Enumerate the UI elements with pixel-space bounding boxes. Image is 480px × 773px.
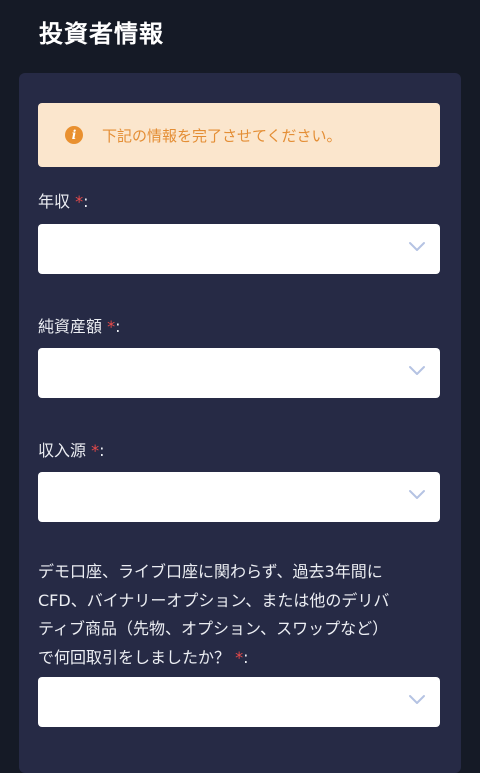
income-source-select[interactable] [38, 472, 440, 522]
trading-frequency-label-line: CFD、バイナリーオプション、または他のデリバ [38, 590, 390, 610]
net-assets-label: 純資産額 *: [38, 317, 121, 336]
annual-income-label: 年収 *: [38, 192, 89, 211]
trading-frequency-label-line: デモ口座、ライブ口座に関わらず、過去3年間に [38, 562, 383, 581]
chevron-down-icon [409, 366, 425, 375]
required-mark: * [107, 317, 116, 336]
net-assets-label-text: 純資産額 [38, 317, 103, 336]
chevron-down-icon [409, 242, 425, 251]
info-icon: i [65, 126, 83, 144]
trading-frequency-select[interactable] [38, 677, 440, 727]
trading-frequency-label-line: ティブ商品（先物、オプション、スワップなど） [38, 619, 389, 638]
page-title: 投資者情報 [39, 20, 164, 48]
alert-message: 下記の情報を完了させてください。 [102, 126, 342, 145]
info-alert: i 下記の情報を完了させてください。 [38, 103, 440, 167]
chevron-down-icon [409, 490, 425, 499]
annual-income-label-text: 年収 [38, 192, 71, 211]
trading-frequency-label-line: で何回取引をしましたか？ [38, 647, 231, 667]
income-source-label-text: 収入源 [38, 441, 87, 460]
income-source-label: 収入源 *: [38, 441, 105, 460]
trading-frequency-label: デモ口座、ライブ口座に関わらず、過去3年間に CFD、バイナリーオプション、また… [38, 558, 440, 672]
net-assets-select[interactable] [38, 348, 440, 398]
investor-info-form-card: i 下記の情報を完了させてください。 年収 *: 純資産額 *: 収入源 *: … [19, 73, 461, 773]
chevron-down-icon [409, 695, 425, 704]
annual-income-select[interactable] [38, 224, 440, 274]
required-mark: * [75, 192, 84, 211]
required-mark: * [91, 441, 100, 460]
required-mark: * [235, 647, 244, 667]
